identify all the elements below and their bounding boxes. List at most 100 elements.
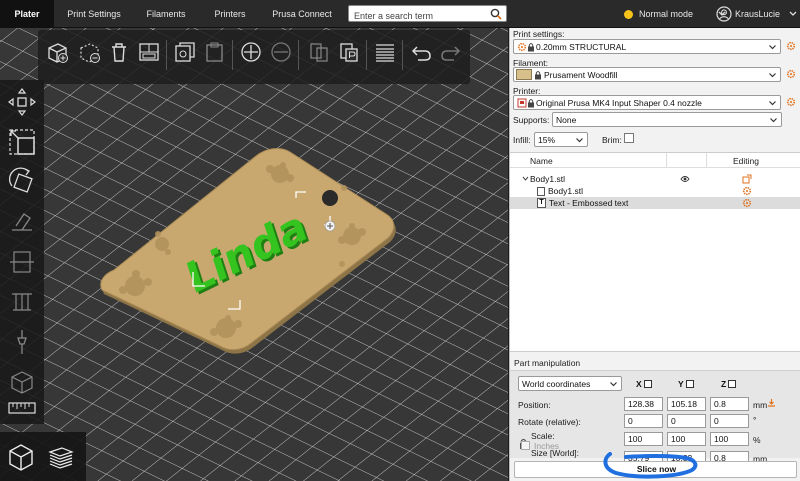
cut-icon: [10, 251, 34, 273]
coordinate-system-select[interactable]: World coordinates: [518, 376, 622, 391]
column-header-name[interactable]: Name: [530, 156, 553, 166]
3d-viewport[interactable]: Linda Linda: [0, 28, 508, 481]
tab-print-settings[interactable]: Print Settings: [58, 0, 130, 28]
seam-painting-button[interactable]: [6, 326, 38, 358]
scale-y-input[interactable]: 100: [667, 432, 706, 446]
position-label: Position:: [518, 400, 551, 410]
rotate-button[interactable]: [6, 166, 38, 198]
position-x-input[interactable]: 128.38: [624, 397, 663, 411]
object-row-body1[interactable]: Body1.stl: [510, 173, 800, 185]
drop-to-bed-icon[interactable]: [766, 397, 777, 408]
add-button[interactable]: [44, 39, 70, 65]
axis-z-box-icon: [728, 380, 737, 388]
place-on-face-button[interactable]: [6, 206, 38, 238]
redo-button[interactable]: [438, 39, 464, 65]
undo-icon: [411, 46, 431, 61]
system-preset-cog-icon: [517, 42, 527, 52]
axis-z-text: Z: [721, 379, 727, 389]
chevron-down-icon: [770, 118, 777, 123]
add-instance-icon: [241, 42, 261, 62]
printer-value: Original Prusa MK4 Input Shaper 0.4 nozz…: [536, 98, 702, 108]
rotate-y-input[interactable]: 0: [667, 414, 706, 428]
print-bed-scene[interactable]: Linda Linda: [0, 28, 508, 481]
slice-now-button[interactable]: Slice now: [514, 461, 797, 478]
infill-combo[interactable]: 15%: [534, 132, 588, 147]
object-settings-icon[interactable]: [742, 174, 752, 184]
copy-button[interactable]: [172, 39, 198, 65]
paste-button[interactable]: [202, 39, 228, 65]
brim-checkbox[interactable]: [624, 133, 634, 143]
add-instance-button[interactable]: [238, 39, 264, 65]
split-to-objects-button[interactable]: [306, 39, 332, 65]
scale-z-input[interactable]: 100: [710, 432, 749, 446]
paint-supports-icon: [12, 293, 32, 311]
preview-layers-icon: [48, 447, 74, 469]
supports-value: None: [556, 115, 577, 125]
column-header-editing[interactable]: Editing: [733, 156, 759, 166]
axis-y-box-icon: [685, 380, 694, 388]
chevron-down-icon: [769, 45, 776, 50]
copy-icon: [175, 42, 195, 62]
tab-prusa-connect[interactable]: Prusa Connect: [264, 0, 340, 28]
split-to-parts-icon: [340, 43, 358, 62]
edit-printer-cog-icon[interactable]: [786, 97, 796, 107]
part-manipulation-title: Part manipulation: [514, 358, 581, 368]
preview-button[interactable]: [44, 440, 78, 474]
object-row-text[interactable]: T Text - Embossed text: [510, 197, 800, 209]
rotate-x-input[interactable]: 0: [624, 414, 663, 428]
edit-preset-cog-icon[interactable]: [786, 41, 796, 51]
remove-instance-button[interactable]: [268, 39, 294, 65]
split-to-parts-button[interactable]: [336, 39, 362, 65]
scale-x-input[interactable]: 100: [624, 432, 663, 446]
inches-checkbox[interactable]: [521, 441, 530, 450]
delete-button[interactable]: [76, 39, 102, 65]
tab-plater[interactable]: Plater: [0, 0, 54, 28]
3d-view-button[interactable]: [4, 440, 38, 474]
header-divider: [706, 153, 707, 167]
axis-y-label: Y: [678, 379, 694, 389]
printer-combo[interactable]: Original Prusa MK4 Input Shaper 0.4 nozz…: [513, 95, 781, 110]
measure-button[interactable]: [6, 392, 38, 424]
part-icon: [537, 187, 545, 196]
arrange-button[interactable]: [136, 39, 162, 65]
search-icon[interactable]: [490, 8, 502, 20]
cut-button[interactable]: [6, 246, 38, 278]
measure-icon: [8, 402, 36, 414]
print-settings-combo[interactable]: 0.20mm STRUCTURAL: [513, 39, 781, 54]
inches-label: Inches: [534, 441, 560, 451]
user-avatar-icon: [716, 6, 732, 22]
axis-x-label: X: [636, 379, 652, 389]
rotate-unit: °: [753, 415, 757, 425]
filament-color-swatch[interactable]: [516, 69, 532, 80]
rotate-z-input[interactable]: 0: [710, 414, 749, 428]
object-row-part[interactable]: Body1.stl: [510, 185, 800, 197]
infill-value: 15%: [538, 135, 556, 145]
scale-button[interactable]: [6, 126, 38, 158]
eye-icon[interactable]: [680, 175, 690, 183]
position-z-input[interactable]: 0.8: [710, 397, 749, 411]
undo-button[interactable]: [408, 39, 434, 65]
move-icon: [8, 88, 36, 116]
text-settings-cog-icon[interactable]: [742, 198, 752, 208]
tab-printers[interactable]: Printers: [204, 0, 256, 28]
edit-filament-cog-icon[interactable]: [786, 69, 796, 79]
axis-x-text: X: [636, 379, 642, 389]
supports-combo[interactable]: None: [552, 112, 782, 127]
infill-label: Infill:: [513, 135, 531, 145]
filament-combo[interactable]: Prusament Woodfill: [513, 67, 781, 82]
user-name: KrausLucie: [735, 9, 781, 19]
add-icon: [48, 43, 68, 63]
tab-filaments[interactable]: Filaments: [138, 0, 194, 28]
variable-layer-height-button[interactable]: [372, 39, 398, 65]
delete-all-button[interactable]: [106, 39, 132, 65]
chevron-down-icon: [789, 11, 797, 16]
part-settings-cog-icon[interactable]: [742, 186, 752, 196]
move-button[interactable]: [6, 86, 38, 118]
chevron-down-icon[interactable]: [522, 176, 529, 182]
redo-icon: [441, 46, 461, 61]
right-sidebar: Print settings: 0.20mm STRUCTURAL Filame…: [509, 28, 800, 481]
search-input[interactable]: [349, 8, 487, 24]
toolbar-separator: [232, 40, 233, 70]
paint-supports-button[interactable]: [6, 286, 38, 318]
position-y-input[interactable]: 105.18: [667, 397, 706, 411]
